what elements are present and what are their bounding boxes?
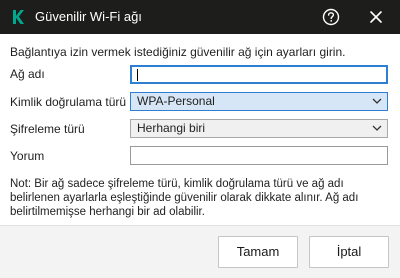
ok-button[interactable]: Tamam: [218, 236, 298, 268]
chevron-down-icon: [372, 125, 382, 131]
close-icon: [370, 11, 382, 23]
encryption-type-value: Herhangi biri: [137, 121, 206, 135]
network-name-label: Ağ adı: [10, 67, 45, 81]
encryption-type-label: Şifreleme türü: [10, 122, 85, 136]
help-button[interactable]: [321, 7, 341, 27]
window-title: Güvenilir Wi-Fi ağı: [35, 9, 142, 24]
intro-text: Bağlantıya izin vermek istediğiniz güven…: [10, 45, 346, 59]
cancel-button[interactable]: İptal: [309, 236, 389, 268]
auth-type-select[interactable]: WPA-Personal: [130, 92, 388, 111]
comment-input[interactable]: [130, 146, 388, 165]
close-button[interactable]: [366, 7, 386, 27]
network-name-input[interactable]: [130, 65, 388, 84]
trusted-wifi-dialog: Güvenilir Wi-Fi ağı Bağlantıya izin verm…: [0, 0, 400, 278]
question-circle-icon: [322, 8, 340, 26]
kaspersky-logo-icon: [10, 9, 26, 25]
auth-type-label: Kimlik doğrulama türü: [10, 95, 127, 109]
note-text: Not: Bir ağ sadece şifreleme türü, kimli…: [10, 178, 359, 218]
title-bar[interactable]: Güvenilir Wi-Fi ağı: [0, 0, 400, 34]
text-caret: [137, 69, 138, 81]
comment-label: Yorum: [10, 149, 45, 163]
encryption-type-select[interactable]: Herhangi biri: [130, 119, 388, 138]
dialog-footer: Tamam İptal: [0, 225, 400, 278]
auth-type-value: WPA-Personal: [137, 94, 215, 108]
chevron-down-icon: [372, 98, 382, 104]
